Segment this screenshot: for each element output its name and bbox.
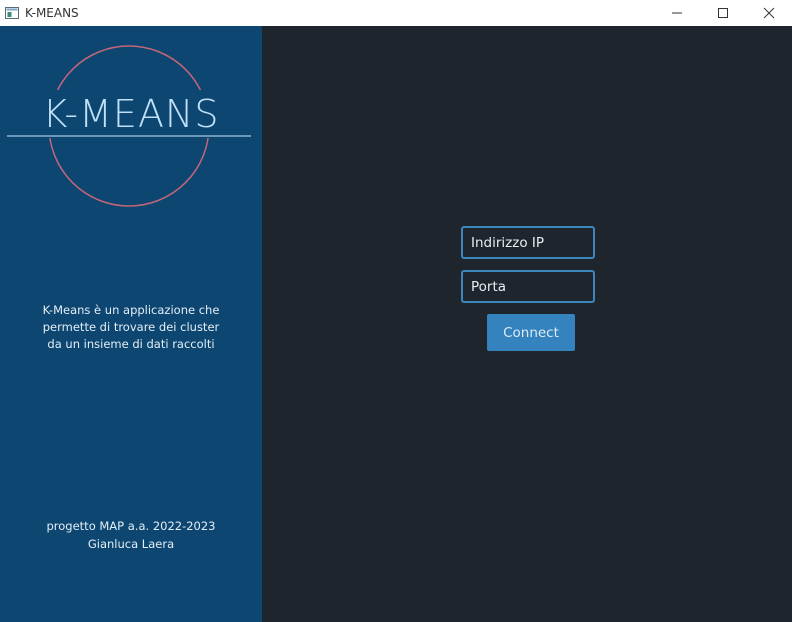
port-input[interactable] bbox=[461, 270, 595, 303]
description-line: permette di trovare dei cluster bbox=[42, 320, 220, 334]
description-line: da un insieme di dati raccolti bbox=[47, 337, 215, 351]
title-bar: K-MEANS bbox=[0, 0, 792, 26]
minimize-icon bbox=[672, 12, 682, 14]
maximize-button[interactable] bbox=[700, 0, 746, 26]
k-means-logo: K-MEANS bbox=[0, 26, 262, 226]
credits-author: Gianluca Laera bbox=[87, 537, 175, 551]
minimize-button[interactable] bbox=[654, 0, 700, 26]
connection-panel: Connect bbox=[262, 26, 792, 622]
window-controls bbox=[654, 0, 792, 26]
sidebar-info-panel: K-MEANS K-Means è un applicazione che pe… bbox=[0, 26, 262, 622]
credits-project: progetto MAP a.a. 2022-2023 bbox=[46, 519, 216, 533]
app-description: K-Means è un applicazione che permette d… bbox=[20, 302, 242, 353]
connect-button[interactable]: Connect bbox=[487, 314, 575, 351]
close-button[interactable] bbox=[746, 0, 792, 26]
ip-address-input[interactable] bbox=[461, 226, 595, 259]
window-title: K-MEANS bbox=[25, 6, 79, 20]
description-line: K-Means è un applicazione che bbox=[42, 303, 220, 317]
maximize-icon bbox=[718, 8, 728, 18]
close-icon bbox=[763, 7, 775, 19]
window-app-icon[interactable] bbox=[5, 6, 19, 20]
logo-text: K-MEANS bbox=[42, 92, 220, 136]
project-credits: progetto MAP a.a. 2022-2023 Gianluca Lae… bbox=[0, 517, 262, 553]
